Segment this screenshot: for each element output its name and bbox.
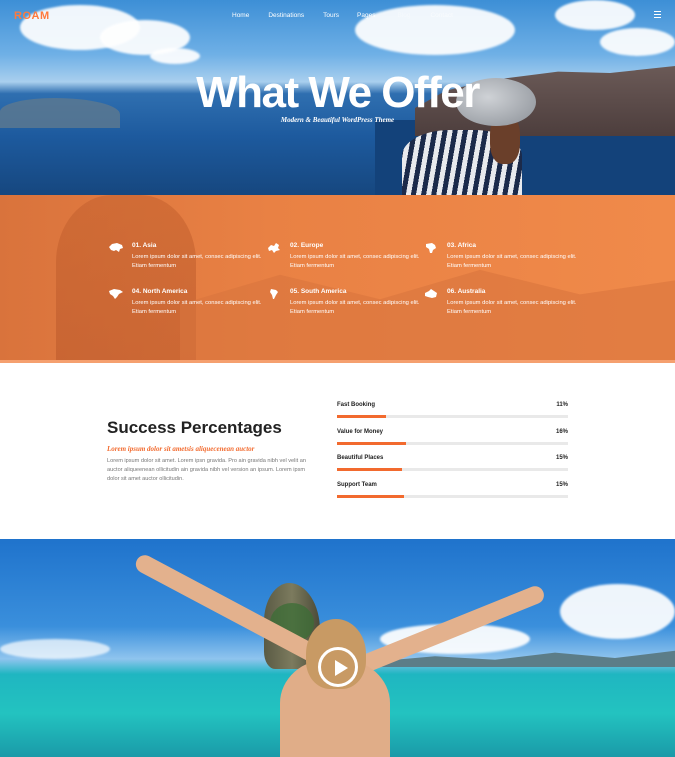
progress-percent: 15%: [555, 482, 568, 488]
region-title: 03. Africa: [447, 242, 477, 249]
video-section: [0, 539, 675, 757]
north-america-map-icon: [109, 289, 123, 299]
progress-percent: 11%: [556, 402, 568, 408]
regions-section: 01. Asia Lorem ipsum dolor sit amet, con…: [0, 195, 675, 363]
region-title: 01. Asia: [132, 242, 157, 249]
region-title: 02. Europe: [290, 242, 324, 249]
video-photo-swimmer: [110, 552, 560, 757]
main-menu: Home Destinations Tours Pages Blog Conta…: [232, 12, 453, 19]
region-title: 04. North America: [132, 288, 188, 295]
top-nav: ROAM Home Destinations Tours Pages Blog …: [0, 0, 675, 32]
asia-map-icon: [109, 243, 123, 252]
region-description: Lorem ipsum dolor sit amet, consec adipi…: [447, 300, 577, 315]
hero-title: What We Offer: [196, 68, 480, 117]
menu-item-contact[interactable]: Contact: [430, 12, 452, 19]
menu-item-blog[interactable]: Blog: [397, 12, 410, 19]
progress-label: Support Team: [337, 482, 377, 488]
progress-fill: [337, 468, 402, 471]
success-text: Lorem ipsum dolor sit amet. Lorem ipsn g…: [107, 458, 306, 482]
region-title: 05. South America: [290, 288, 347, 295]
europe-map-icon: [268, 243, 280, 253]
hero-section: ROAM Home Destinations Tours Pages Blog …: [0, 0, 675, 195]
hamburger-menu-icon[interactable]: [654, 11, 661, 18]
page: ROAM Home Destinations Tours Pages Blog …: [0, 0, 675, 757]
region-description: Lorem ipsum dolor sit amet, consec adipi…: [447, 254, 577, 269]
africa-map-icon: [426, 243, 436, 253]
region-title: 06. Australia: [447, 288, 486, 295]
south-america-map-icon: [270, 289, 278, 299]
menu-item-pages[interactable]: Pages: [357, 12, 375, 19]
play-icon[interactable]: [318, 647, 358, 687]
logo[interactable]: ROAM: [14, 10, 50, 22]
region-description: Lorem ipsum dolor sit amet, consec adipi…: [290, 254, 420, 269]
menu-item-destinations[interactable]: Destinations: [268, 12, 304, 19]
progress-fill: [337, 415, 386, 418]
progress-fill: [337, 495, 404, 498]
menu-item-home[interactable]: Home: [232, 12, 249, 19]
hero-subtitle: Modern & Beautiful WordPress Theme: [280, 116, 395, 124]
australia-map-icon: [425, 289, 437, 298]
progress-fill: [337, 442, 407, 445]
menu-item-tours[interactable]: Tours: [323, 12, 339, 19]
success-subtitle: Lorem ipsum dolor sit ametsis aliquecene…: [107, 445, 255, 453]
success-section: Success Percentages Lorem ipsum dolor si…: [0, 363, 675, 539]
progress-percent: 15%: [555, 455, 568, 461]
region-description: Lorem ipsum dolor sit amet, consec adipi…: [132, 300, 262, 315]
success-title: Success Percentages: [107, 418, 282, 437]
region-description: Lorem ipsum dolor sit amet, consec adipi…: [290, 300, 420, 315]
region-description: Lorem ipsum dolor sit amet, consec adipi…: [132, 254, 262, 269]
progress-label: Fast Booking: [337, 402, 376, 408]
progress-label: Beautiful Places: [337, 455, 384, 461]
progress-label: Value for Money: [337, 429, 384, 435]
progress-percent: 16%: [555, 429, 568, 435]
